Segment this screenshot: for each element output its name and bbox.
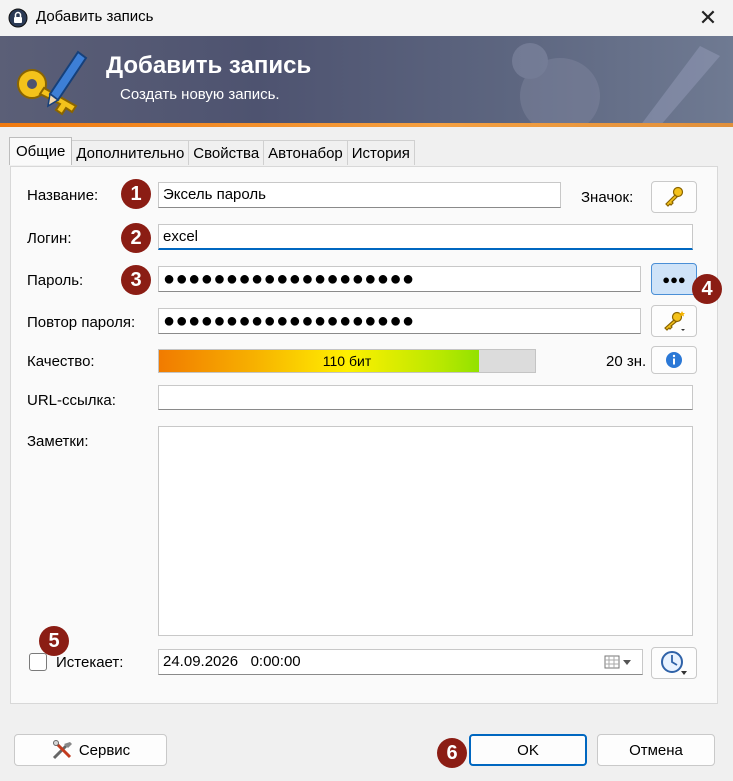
notes-label: Заметки: [27,433,89,450]
tab-autotype[interactable]: Автонабор [263,140,348,165]
expires-checkbox[interactable] [29,653,47,671]
login-input[interactable]: excel [158,224,693,250]
password-generator-button[interactable] [651,305,697,337]
key-pen-icon [17,50,88,116]
window-title: Добавить запись [36,8,154,25]
step-badge-4: 4 [692,274,722,304]
tools-button-label: Сервис [78,741,131,759]
quality-info-button[interactable] [651,346,697,374]
url-label: URL-ссылка: [27,392,116,409]
header-banner: Добавить запись Создать новую запись. [0,36,733,126]
login-label: Логин: [27,230,72,247]
repeat-password-input[interactable]: ●●●●●●●●●●●●●●●●●●●● [158,308,641,334]
step-badge-3: 3 [121,265,151,295]
tools-icon [52,740,72,760]
tab-properties[interactable]: Свойства [188,140,265,165]
expires-datetime-value: 24.09.2026 0:00:00 [163,653,301,670]
tab-general[interactable]: Общие [9,137,73,165]
banner-title: Добавить запись [106,52,312,79]
banner-accent-line [0,123,733,127]
tab-history[interactable]: История [346,140,415,165]
expires-datetime-input[interactable]: 24.09.2026 0:00:00 [158,649,643,675]
icon-picker-button[interactable] [651,181,697,213]
quality-bits-text: 110 бит [322,353,372,369]
cancel-button[interactable]: Отмена [597,734,715,766]
step-badge-2: 2 [121,223,151,253]
key-generator-icon [664,311,685,331]
banner-background-art [512,43,720,126]
key-icon [665,186,684,207]
tools-button[interactable]: Сервис [14,734,167,766]
notes-textarea[interactable] [158,426,693,636]
step-badge-5: 5 [39,626,69,656]
banner-subtitle: Создать новую запись. [120,86,280,103]
step-badge-1: 1 [121,179,151,209]
repeat-password-label: Повтор пароля: [27,314,136,331]
show-password-button[interactable]: ●●● [651,263,697,295]
close-button[interactable]: ✕ [690,2,726,34]
tab-strip: Общие Дополнительно Свойства Автонабор И… [9,137,415,166]
expiry-presets-button[interactable] [651,647,697,679]
expires-label: Истекает: [56,654,124,671]
quality-bar: 110 бит [158,349,536,373]
title-bar: Добавить запись ✕ [0,0,733,36]
title-label: Название: [27,187,99,204]
clock-icon [661,651,687,675]
info-icon [666,352,682,368]
char-count: 20 зн. [606,353,647,370]
calendar-dropdown-icon[interactable] [604,654,634,670]
keepass-lock-icon [8,8,28,28]
step-badge-6: 6 [437,738,467,768]
tab-advanced[interactable]: Дополнительно [71,140,190,165]
password-input[interactable]: ●●●●●●●●●●●●●●●●●●●● [158,266,641,292]
icon-label: Значок: [581,189,634,206]
title-input[interactable]: Эксель пароль [158,182,561,208]
ok-button[interactable]: OK [469,734,587,766]
url-input[interactable] [158,385,693,410]
password-label: Пароль: [27,272,84,289]
quality-label: Качество: [27,353,95,370]
